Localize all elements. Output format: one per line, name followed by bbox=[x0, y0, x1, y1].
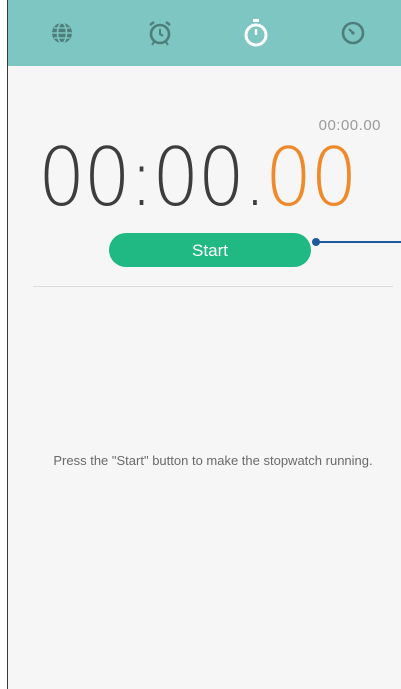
divider bbox=[33, 286, 393, 287]
start-button[interactable]: Start bbox=[109, 233, 311, 267]
tab-alarm[interactable] bbox=[144, 17, 176, 49]
callout-marker-line bbox=[316, 241, 401, 243]
elapsed-time-display: 00:00.00 bbox=[38, 128, 358, 228]
hint-text: Press the "Start" button to make the sto… bbox=[53, 453, 373, 468]
elapsed-time-main: 00:00. bbox=[38, 131, 267, 224]
globe-icon bbox=[49, 20, 75, 46]
stopwatch-screen: 00:00.00 00:00.00 Start Press the "Start… bbox=[7, 0, 401, 689]
elapsed-time-hundredths: 00 bbox=[264, 131, 358, 224]
stopwatch-icon bbox=[242, 18, 270, 48]
tab-timer[interactable] bbox=[337, 17, 369, 49]
tab-stopwatch[interactable] bbox=[240, 17, 272, 49]
timer-icon bbox=[340, 20, 366, 46]
tab-bar bbox=[8, 0, 401, 66]
alarm-icon bbox=[146, 19, 174, 47]
tab-world-clock[interactable] bbox=[46, 17, 78, 49]
